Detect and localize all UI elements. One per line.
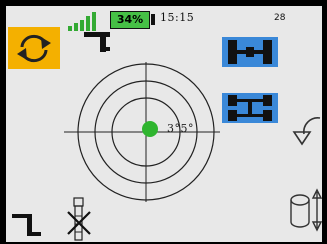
disabled-column-icon[interactable] — [66, 196, 92, 242]
battery-terminal — [151, 14, 155, 25]
axle-select-button-top[interactable] — [222, 37, 278, 67]
signal-strength-icon — [68, 12, 96, 31]
level-readout: 3°5° — [167, 122, 194, 135]
level-bubble — [142, 121, 158, 137]
rotate-left-arrow-icon[interactable] — [290, 112, 322, 146]
axle-pair-icon — [228, 95, 272, 121]
device-screen: 34% 15:15 28 3°5° — [0, 0, 327, 244]
battery-indicator: 34% — [110, 11, 150, 29]
vertical-spin-icon[interactable] — [288, 186, 322, 234]
lift-arm-icon[interactable] — [12, 214, 42, 240]
axle-icon — [228, 40, 272, 64]
axle-select-button-bottom[interactable] — [222, 93, 278, 123]
status-counter: 28 — [274, 13, 286, 23]
level-target — [64, 62, 220, 202]
clock-time: 15:15 — [160, 11, 195, 24]
rotate-button[interactable] — [8, 27, 60, 69]
lift-arm-icon[interactable] — [84, 32, 110, 54]
rotate-arrows-icon — [17, 34, 51, 63]
